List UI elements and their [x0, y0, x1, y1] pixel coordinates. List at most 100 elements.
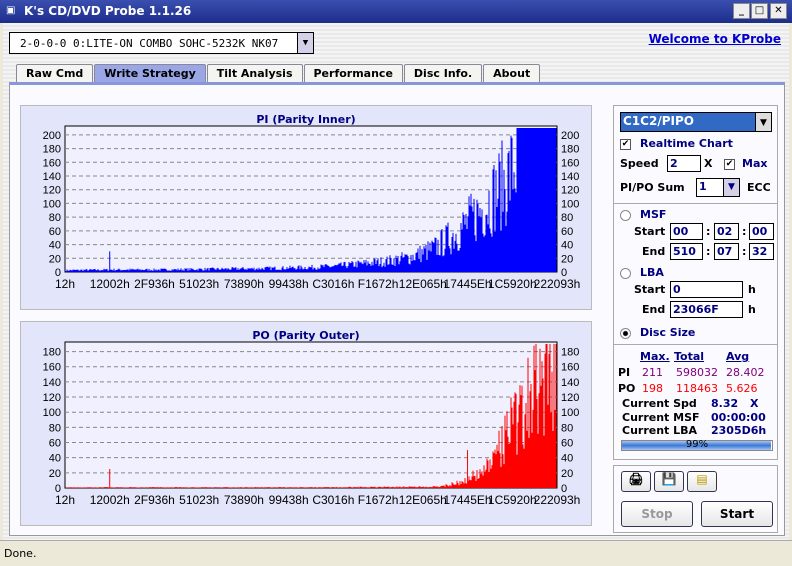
x-tick-label: 99438h — [269, 277, 309, 291]
y-tick-label: 140 — [43, 377, 61, 389]
msf-start-label: Start — [634, 225, 666, 238]
x-tick-label: 1C5920h — [488, 277, 537, 291]
start-button[interactable]: Start — [701, 501, 773, 527]
y-tick-label-right: 140 — [561, 377, 579, 389]
tab-raw-cmd[interactable]: Raw Cmd — [16, 64, 94, 82]
mode-select[interactable]: C1C2/PIPO ▼ — [620, 112, 772, 132]
y-tick-label: 100 — [43, 407, 61, 419]
x-tick-label: 222093h — [534, 493, 581, 507]
progress-bar: 99% — [621, 439, 773, 451]
chevron-down-icon[interactable]: ▼ — [755, 113, 771, 131]
y-tick-label-right: 20 — [561, 468, 573, 480]
tab-write-strategy[interactable]: Write Strategy — [94, 64, 206, 82]
po-chart: PO (Parity Outer) 0 0 20 20 40 40 60 60 80 80 100 10… — [20, 321, 592, 526]
open-chart-button[interactable]: ▤ — [687, 471, 717, 492]
tab-tilt-analysis[interactable]: Tilt Analysis — [206, 64, 303, 82]
chevron-down-icon[interactable]: ▼ — [723, 179, 739, 196]
total-header: Total — [674, 350, 705, 363]
msf-label: MSF — [640, 208, 667, 221]
status-bar: Done. — [0, 540, 792, 566]
x-tick-label: 99438h — [269, 493, 309, 507]
current-lba-label: Current LBA — [622, 424, 698, 437]
po-stat-label: PO — [618, 382, 636, 395]
plot-area — [64, 341, 558, 489]
x-tick-label: 17445Eh — [444, 493, 492, 507]
drive-select[interactable]: 2-0-0-0 0:LITE-ON COMBO SOHC-5232K NK07 ▼ — [9, 32, 314, 54]
save-icon[interactable]: 💾 — [654, 471, 684, 492]
y-tick-label: 60 — [49, 438, 61, 450]
y-tick-label-right: 80 — [561, 212, 573, 224]
drive-value: 2-0-0-0 0:LITE-ON COMBO SOHC-5232K NK07 — [20, 37, 279, 50]
lba-end-input[interactable]: 23066F — [670, 301, 743, 318]
y-tick-label-right: 180 — [561, 144, 579, 156]
max-checkbox[interactable]: ✔ — [724, 159, 735, 170]
chevron-down-icon[interactable]: ▼ — [297, 33, 313, 53]
x-tick-label: 73890h — [224, 277, 264, 291]
x-tick-label: 73890h — [224, 493, 264, 507]
current-spd-label: Current Spd — [622, 397, 697, 410]
lba-start-input[interactable]: 0 — [670, 281, 743, 298]
msf-end-sec[interactable]: 07 — [714, 243, 739, 260]
y-tick-label: 200 — [43, 130, 61, 142]
print-button[interactable]: 🖨 — [621, 471, 651, 492]
status-text: Done. — [4, 547, 37, 560]
y-tick-label: 20 — [49, 253, 61, 265]
tab-performance[interactable]: Performance — [303, 64, 403, 82]
msf-end-label: End — [642, 245, 666, 258]
msf-end-frame[interactable]: 32 — [749, 243, 774, 260]
x-tick-label: 2F936h — [134, 493, 175, 507]
po-total: 118463 — [676, 382, 718, 395]
realtime-label: Realtime Chart — [640, 137, 733, 150]
current-lba: 2305D6h — [711, 424, 767, 437]
realtime-checkbox[interactable]: ✔ — [620, 139, 631, 150]
tab-about[interactable]: About — [483, 64, 541, 82]
y-tick-label-right: 100 — [561, 407, 579, 419]
y-tick-label: 80 — [49, 422, 61, 434]
maximize-button[interactable]: □ — [751, 3, 768, 19]
pi-stat-label: PI — [618, 366, 631, 379]
y-tick-label: 160 — [43, 362, 61, 374]
disc-size-radio[interactable] — [620, 328, 631, 339]
lba-start-label: Start — [634, 283, 666, 296]
y-tick-label-right: 160 — [561, 157, 579, 169]
write-strategy-panel: PI (Parity Inner) 0 0 20 20 40 40 60 60 80 80 100 10… — [9, 82, 785, 536]
pi-avg: 28.402 — [726, 366, 765, 379]
y-tick-label-right: 60 — [561, 438, 573, 450]
y-tick-label-right: 60 — [561, 226, 573, 238]
x-tick-label: 222093h — [534, 277, 581, 291]
stop-button[interactable]: Stop — [621, 501, 693, 527]
x-tick-label: 12h — [55, 493, 75, 507]
tab-disc-info[interactable]: Disc Info. — [403, 64, 483, 82]
msf-start-min[interactable]: 00 — [670, 223, 703, 240]
avg-header: Avg — [726, 350, 750, 363]
current-msf: 00:00:00 — [711, 411, 766, 424]
msf-end-min[interactable]: 510 — [670, 243, 703, 260]
x-tick-label: 2F936h — [134, 277, 175, 291]
y-tick-label-right: 40 — [561, 240, 573, 252]
y-tick-label: 80 — [49, 212, 61, 224]
speed-input[interactable]: 2 — [667, 155, 701, 172]
lba-end-label: End — [642, 303, 666, 316]
x-tick-label: 1C5920h — [488, 493, 537, 507]
x-tick-label: F1672h — [358, 277, 399, 291]
welcome-link[interactable]: Welcome to KProbe — [649, 32, 781, 46]
close-button[interactable]: ✕ — [770, 3, 787, 19]
x-tick-label: 12E065h — [399, 493, 447, 507]
y-tick-label: 40 — [49, 453, 61, 465]
x-tick-label: 12002h — [90, 277, 130, 291]
pi-chart: PI (Parity Inner) 0 0 20 20 40 40 60 60 80 80 100 10… — [20, 105, 592, 310]
y-tick-label-right: 160 — [561, 362, 579, 374]
msf-start-frame[interactable]: 00 — [749, 223, 774, 240]
y-tick-label: 180 — [43, 347, 61, 359]
msf-radio[interactable] — [620, 210, 631, 221]
x-tick-label: 12E065h — [399, 277, 447, 291]
lba-radio[interactable] — [620, 268, 631, 279]
minimize-button[interactable]: _ — [733, 3, 750, 19]
app-icon: ▣ — [6, 5, 16, 16]
msf-start-sec[interactable]: 02 — [714, 223, 739, 240]
action-panel: 🖨 💾 ▤ Stop Start — [613, 465, 778, 533]
settings-panel: C1C2/PIPO ▼ ✔ Realtime Chart Speed 2 X ✔ Ma… — [613, 105, 778, 460]
x-tick-label: 17445Eh — [444, 277, 492, 291]
y-tick-label: 140 — [43, 171, 61, 183]
sum-select[interactable]: 1 ▼ — [696, 178, 740, 197]
